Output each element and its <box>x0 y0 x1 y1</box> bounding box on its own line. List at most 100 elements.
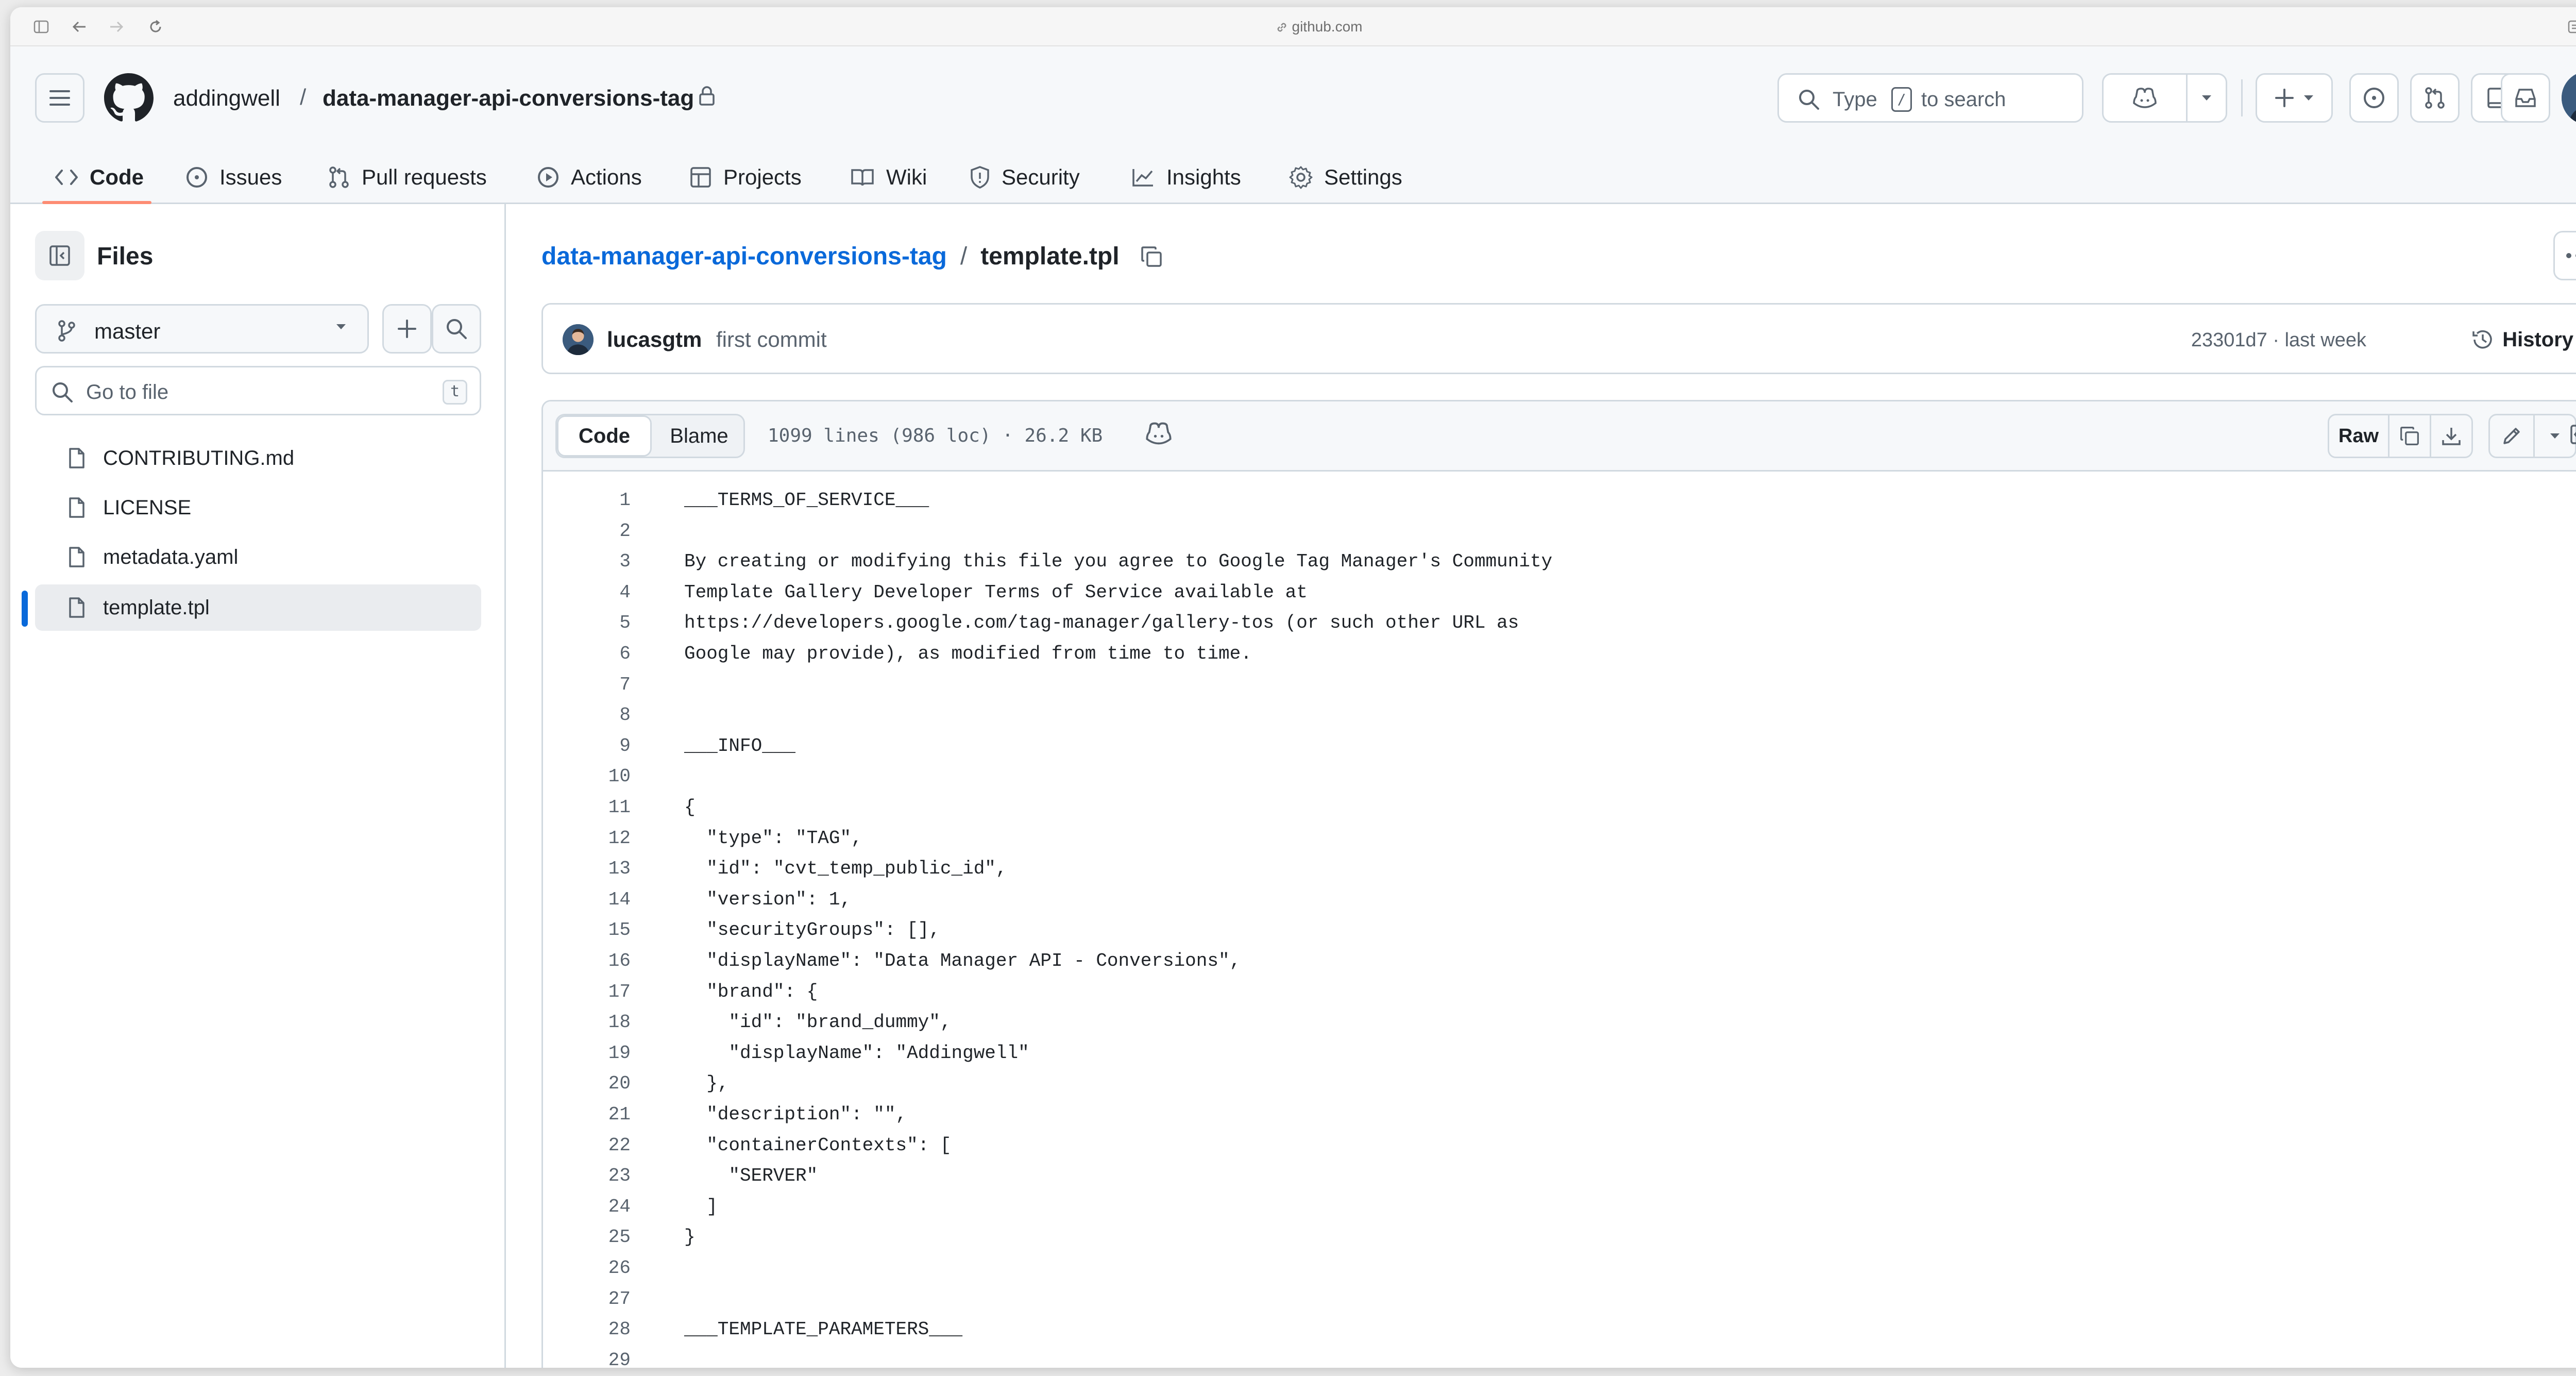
line-number[interactable]: 25 <box>543 1222 631 1253</box>
line-number[interactable]: 26 <box>543 1253 631 1284</box>
copilot-dropdown-button[interactable] <box>2186 73 2227 123</box>
tab-label: Actions <box>571 165 642 189</box>
line-number[interactable]: 24 <box>543 1192 631 1222</box>
inbox-button[interactable] <box>2501 73 2550 123</box>
github-logo-icon[interactable] <box>104 73 154 123</box>
collapse-sidebar-button[interactable] <box>35 231 84 280</box>
reader-icon[interactable] <box>2564 15 2576 38</box>
line-content: ___TEMPLATE_PARAMETERS___ <box>684 1319 963 1340</box>
tab-issues[interactable]: Issues <box>185 157 282 198</box>
tab-label: Projects <box>723 165 802 189</box>
symbols-panel-button[interactable] <box>2563 412 2576 457</box>
tab-wiki[interactable]: Wiki <box>850 157 927 198</box>
file-tree-item-contributing[interactable]: CONTRIBUTING.md <box>35 435 481 481</box>
line-number[interactable]: 6 <box>543 639 631 669</box>
tab-insights[interactable]: Insights <box>1131 157 1241 198</box>
avatar[interactable] <box>2562 71 2576 125</box>
edit-file-button[interactable] <box>2488 414 2535 458</box>
file-stats: 1099 lines (986 loc) · 26.2 KB <box>768 425 1103 446</box>
line-content: Google may provide), as modified from ti… <box>684 643 1252 664</box>
repo-nav-tabs: Code Issues Pull requests Actions Projec… <box>10 147 2576 204</box>
file-name: metadata.yaml <box>103 545 239 568</box>
line-number[interactable]: 4 <box>543 577 631 608</box>
branch-selector[interactable]: master <box>35 304 369 354</box>
line-content: "id": "cvt_temp_public_id", <box>684 858 1007 880</box>
pull-requests-button[interactable] <box>2410 73 2460 123</box>
line-number[interactable]: 18 <box>543 1007 631 1038</box>
commit-hash-time[interactable]: 23301d7 · last week <box>2191 329 2366 351</box>
line-number[interactable]: 22 <box>543 1130 631 1161</box>
menu-button[interactable] <box>35 73 84 123</box>
url-text: github.com <box>1292 19 1363 35</box>
line-content: "brand": { <box>684 981 818 1002</box>
copy-raw-button[interactable] <box>2388 414 2431 458</box>
commit-author-avatar[interactable] <box>563 324 594 355</box>
tab-label: Security <box>1002 165 1080 189</box>
line-number[interactable]: 28 <box>543 1314 631 1345</box>
triangle-down-icon <box>2550 433 2560 439</box>
history-button[interactable]: History <box>2471 325 2573 354</box>
copilot-button[interactable] <box>2102 73 2188 123</box>
copy-path-icon[interactable] <box>1140 245 1163 268</box>
lock-icon <box>699 86 719 110</box>
create-new-button[interactable] <box>2256 73 2333 123</box>
tab-projects[interactable]: Projects <box>689 157 802 198</box>
line-number[interactable]: 16 <box>543 946 631 977</box>
line-number[interactable]: 19 <box>543 1038 631 1069</box>
raw-button[interactable]: Raw <box>2328 414 2389 458</box>
commit-author[interactable]: lucasgtm <box>607 327 702 352</box>
line-number[interactable]: 21 <box>543 1099 631 1130</box>
line-number[interactable]: 10 <box>543 761 631 792</box>
browser-toolbar: github.com <box>10 7 2576 46</box>
line-number[interactable]: 3 <box>543 546 631 577</box>
copy-icon <box>2400 427 2419 445</box>
blame-view-button[interactable]: Blame <box>652 415 747 457</box>
line-number[interactable]: 13 <box>543 853 631 884</box>
tab-code[interactable]: Code <box>55 157 144 198</box>
search-files-button[interactable] <box>432 304 481 354</box>
repo-header: addingwell / data-manager-api-conversion… <box>10 46 2576 204</box>
code-line: 22 "containerContexts": [ <box>543 1130 2576 1161</box>
search-input[interactable]: Type / to search <box>1777 73 2083 123</box>
link-icon <box>1277 23 1286 32</box>
line-number[interactable]: 1 <box>543 485 631 516</box>
file-tree-item-metadata[interactable]: metadata.yaml <box>35 534 481 580</box>
file-tree-item-license[interactable]: LICENSE <box>35 484 481 531</box>
code-line: 9 ___INFO___ <box>543 731 2576 762</box>
code-view-button[interactable]: Code <box>557 415 652 457</box>
tab-security[interactable]: Security <box>970 157 1080 198</box>
code-line: 11 { <box>543 792 2576 823</box>
line-number[interactable]: 12 <box>543 823 631 854</box>
more-options-button[interactable] <box>2553 231 2576 280</box>
line-number[interactable]: 8 <box>543 700 631 731</box>
download-button[interactable] <box>2430 414 2473 458</box>
line-number[interactable]: 9 <box>543 731 631 762</box>
breadcrumb-repo-link[interactable]: data-manager-api-conversions-tag <box>541 242 947 271</box>
address-bar[interactable]: github.com <box>10 19 2576 35</box>
line-number[interactable]: 23 <box>543 1161 631 1192</box>
line-number[interactable]: 29 <box>543 1345 631 1368</box>
line-content: Template Gallery Developer Terms of Serv… <box>684 581 1308 603</box>
issues-button[interactable] <box>2349 73 2399 123</box>
commit-message[interactable]: first commit <box>716 327 827 352</box>
line-number[interactable]: 11 <box>543 792 631 823</box>
copilot-icon[interactable] <box>1145 421 1173 446</box>
repo-name-link[interactable]: data-manager-api-conversions-tag <box>323 86 694 111</box>
go-to-file-input[interactable]: Go to file t <box>35 366 481 415</box>
line-number[interactable]: 20 <box>543 1068 631 1099</box>
line-number[interactable]: 2 <box>543 516 631 547</box>
line-number[interactable]: 7 <box>543 669 631 700</box>
line-number[interactable]: 15 <box>543 915 631 946</box>
line-number[interactable]: 17 <box>543 977 631 1008</box>
line-number[interactable]: 14 <box>543 884 631 915</box>
file-tree-item-template[interactable]: template.tpl <box>35 584 481 631</box>
line-number[interactable]: 5 <box>543 608 631 639</box>
repo-owner-link[interactable]: addingwell <box>173 86 280 111</box>
tab-settings[interactable]: Settings <box>1289 157 1402 198</box>
tab-actions[interactable]: Actions <box>537 157 642 198</box>
go-to-file-shortcut: t <box>443 380 467 405</box>
add-file-button[interactable] <box>382 304 432 354</box>
code-line: 5 https://developers.google.com/tag-manag… <box>543 608 2576 639</box>
tab-pull-requests[interactable]: Pull requests <box>328 157 487 198</box>
line-number[interactable]: 27 <box>543 1284 631 1315</box>
